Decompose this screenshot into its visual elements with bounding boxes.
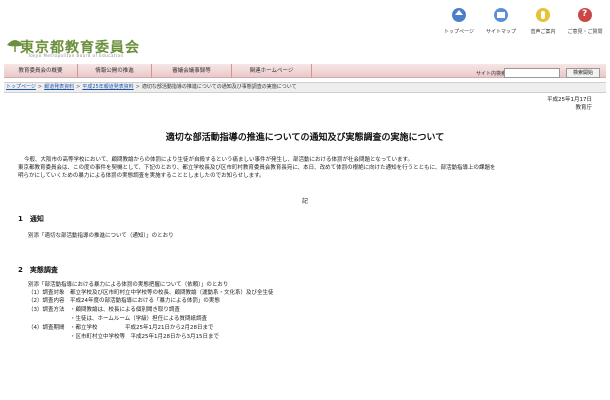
breadcrumb-current: 適切な部活動指導の推進についての通知及び事態調査の実施について [141, 84, 297, 90]
sitemap-icon [494, 8, 508, 22]
page-title: 適切な部活動指導の推進についての通知及び実態調査の実施について [165, 133, 445, 143]
site-logo[interactable]: 東京都教育委員会 Tokyo Metropolitan Board of Edu… [6, 36, 146, 58]
nav-item-information-disclosure[interactable]: 情報公開の推進 [78, 64, 152, 78]
utility-link-sitemap[interactable]: サイトマップ [482, 8, 520, 44]
issuing-department: 教育庁 [575, 105, 592, 111]
survey-line: （3）調査方法 ・顧問教諭は、校長による個別聞き取り調査 [28, 307, 180, 313]
search-input[interactable] [504, 68, 560, 78]
intro-paragraph-line: 東京都教育委員会は、この度の事件を契機として、下記のとおり、都立学校長及び区市町… [18, 165, 496, 171]
utility-link-feedback[interactable]: ご意見・ご質問 [566, 8, 604, 44]
ear-icon [536, 8, 550, 22]
breadcrumb-link-top[interactable]: トップページ [6, 84, 36, 90]
survey-line: （1）調査対象 都立学校及び区市町村立中学校等の校長、顧問教諭（運動系・文化系）… [28, 290, 274, 296]
utility-link-label: ご意見・ご質問 [567, 29, 603, 35]
section-heading-notice: 1 通知 [18, 215, 44, 223]
nav-item-council-minutes[interactable]: 審議会議事録等 [152, 64, 232, 78]
breadcrumb-separator: > [135, 84, 140, 90]
breadcrumb-separator: > [37, 84, 43, 90]
breadcrumb-separator: > [76, 84, 81, 90]
survey-line: ・生徒は、ホームルーム（学級）担任による質問紙調査 [70, 316, 208, 322]
nav-item-overview[interactable]: 教育委員会の概要 [4, 64, 78, 78]
utility-link-label: トップページ [444, 29, 474, 35]
intro-paragraph-line: 明らかにしていくための暴力による体罰の実態調査を実施することとしましたのでお知ら… [18, 173, 265, 179]
utility-link-audio-guide[interactable]: 音声ご案内 [524, 8, 562, 44]
section-heading-survey: 2 実態調査 [18, 266, 58, 274]
search-button[interactable]: 検索開始 [566, 68, 600, 78]
breadcrumb-link-press[interactable]: 報道発表資料 [44, 84, 74, 90]
date-block: 平成25年1月17日 教育庁 [547, 96, 592, 112]
survey-line: （4）調査期間 ・都立学校 平成25年1月21日から2月28日まで [28, 325, 214, 331]
breadcrumb: トップページ > 報道発表資料 > 平成25年報道発表資料 > 適切な部活動指導の推進につい… [4, 82, 606, 93]
ki-marker: 記 [301, 198, 308, 205]
home-icon [452, 8, 466, 22]
survey-line: （2）調査内容 平成24年度の部活動指導における「暴力による体罰」の実態 [28, 298, 220, 304]
survey-line: ・区市町村立中学校等 平成25年1月28日から3月15日まで [70, 334, 219, 340]
breadcrumb-link-press-2013[interactable]: 平成25年報道発表資料 [82, 84, 133, 90]
search-label: サイト内検索 [476, 71, 507, 77]
publish-date: 平成25年1月17日 [547, 97, 592, 103]
nav-item-related-sites[interactable]: 関連ホームページ [232, 64, 312, 78]
utility-links: トップページ サイトマップ 音声ご案内 ご意見・ご質問 [436, 8, 604, 44]
site-header: 東京都教育委員会 Tokyo Metropolitan Board of Edu… [0, 0, 610, 62]
section-body-notice: 別添「適切な部活動指導の推進について（通知）」のとおり [28, 233, 174, 239]
intro-paragraph-line: 今般、大阪市の高等学校において、顧問教諭からの体罰により生徒が自殺するという痛ま… [24, 157, 413, 163]
question-icon [578, 8, 592, 22]
utility-link-label: 音声ご案内 [530, 29, 556, 35]
org-name-english: Tokyo Metropolitan Board of Education [28, 53, 124, 58]
utility-link-label: サイトマップ [485, 29, 516, 35]
survey-line: 別添「部活動指導における暴力による体罰の実態把握について（依頼）」のとおり [28, 282, 229, 288]
utility-link-top[interactable]: トップページ [440, 8, 478, 44]
